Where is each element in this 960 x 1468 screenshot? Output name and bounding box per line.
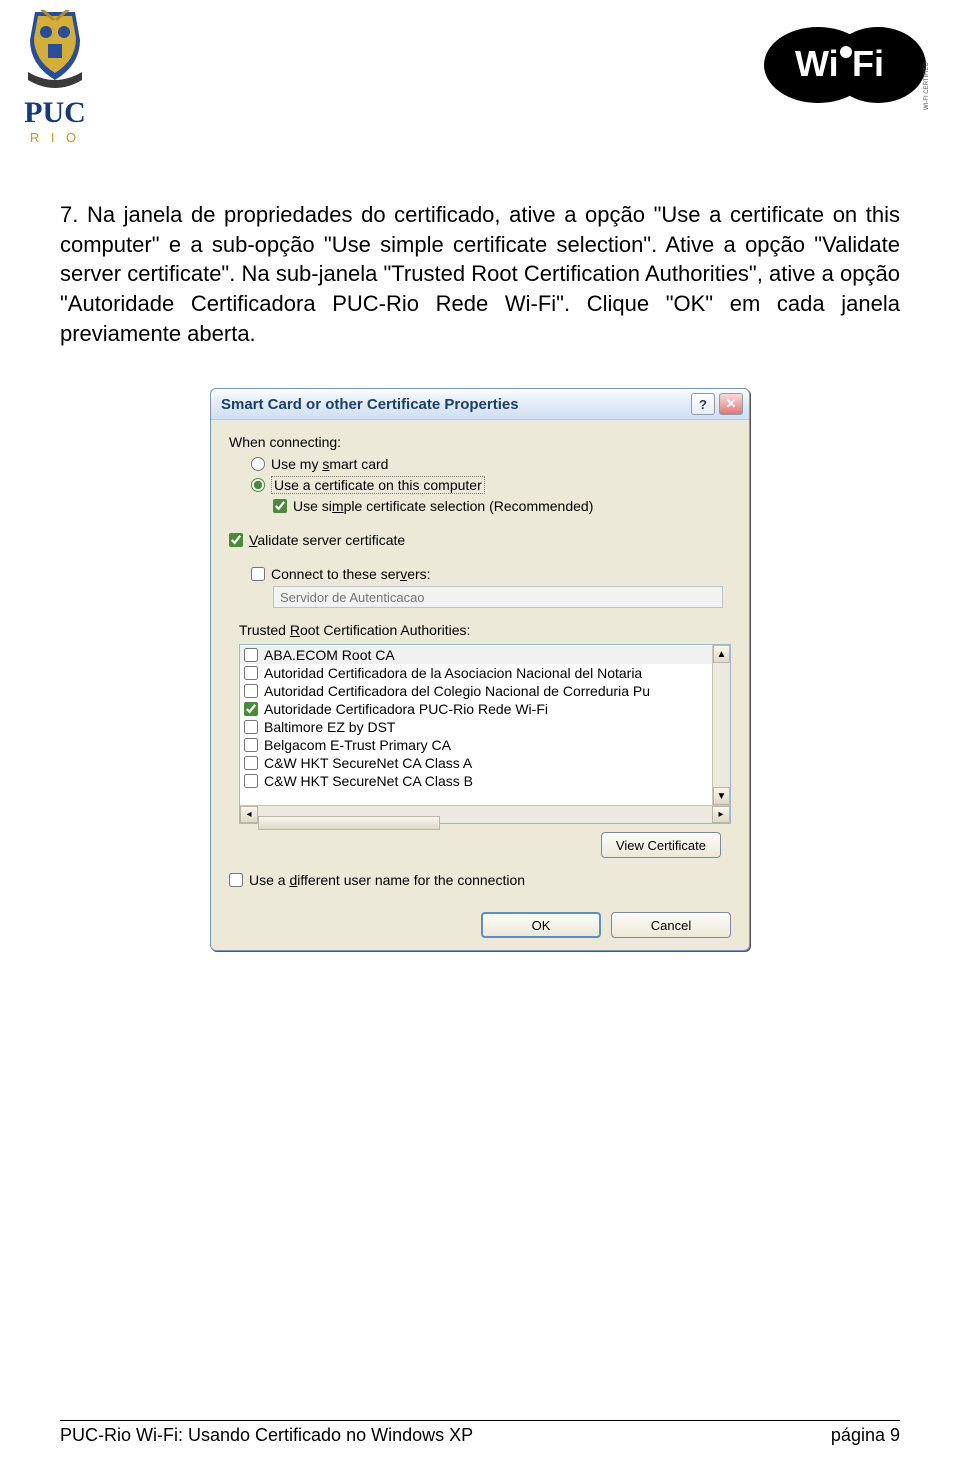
ca-label: C&W HKT SecureNet CA Class B [264, 773, 473, 789]
validate-server-label: Validate server certificate [249, 532, 405, 548]
horizontal-scrollbar[interactable]: ◂ ▸ [240, 805, 730, 823]
dialog-titlebar: Smart Card or other Certificate Properti… [211, 389, 749, 420]
ca-row[interactable]: Autoridade Certificadora PUC-Rio Rede Wi… [240, 700, 730, 718]
trusted-root-label: Trusted Root Certification Authorities: [239, 622, 731, 638]
ca-row[interactable]: Baltimore EZ by DST [240, 718, 730, 736]
ca-checkbox[interactable] [244, 648, 258, 662]
titlebar-buttons: ? ✕ [691, 393, 743, 415]
paragraph-text: 7. Na janela de propriedades do certific… [60, 202, 900, 346]
use-smart-card-row[interactable]: Use my smart card [251, 456, 731, 472]
dialog-title: Smart Card or other Certificate Properti… [221, 396, 519, 413]
use-smart-card-radio[interactable] [251, 457, 265, 471]
ca-checkbox[interactable] [244, 702, 258, 716]
scroll-right-button[interactable]: ▸ [712, 806, 730, 823]
ca-checkbox[interactable] [244, 738, 258, 752]
connect-servers-row[interactable]: Connect to these servers: [251, 566, 731, 582]
validate-server-checkbox[interactable] [229, 533, 243, 547]
ca-label: Baltimore EZ by DST [264, 719, 395, 735]
simple-selection-checkbox[interactable] [273, 499, 287, 513]
certificate-properties-dialog: Smart Card or other Certificate Properti… [210, 388, 750, 951]
view-certificate-button[interactable]: View Certificate [601, 832, 721, 858]
vertical-scrollbar[interactable]: ▲ ▼ [712, 645, 730, 805]
servers-input[interactable] [273, 586, 723, 608]
simple-selection-row[interactable]: Use simple certificate selection (Recomm… [273, 498, 731, 514]
rio-text: R I O [30, 130, 80, 145]
puc-text: PUC [24, 96, 86, 129]
ca-checkbox[interactable] [244, 666, 258, 680]
validate-server-row[interactable]: Validate server certificate [229, 532, 731, 548]
ca-row[interactable]: Autoridad Certificadora del Colegio Naci… [240, 682, 730, 700]
when-connecting-label: When connecting: [229, 434, 731, 450]
svg-text:Wi: Wi [795, 43, 839, 84]
page-header: PUC R I O Wi Fi ALLIANCE WI-FI CERTIFIED [0, 0, 960, 150]
ca-label: Autoridade Certificadora PUC-Rio Rede Wi… [264, 701, 548, 717]
ca-label: Belgacom E-Trust Primary CA [264, 737, 451, 753]
use-cert-computer-label: Use a certificate on this computer [271, 476, 485, 494]
scroll-down-button[interactable]: ▼ [713, 787, 730, 805]
scroll-up-button[interactable]: ▲ [713, 645, 730, 663]
instruction-paragraph: 7. Na janela de propriedades do certific… [0, 150, 960, 348]
page-footer: PUC-Rio Wi-Fi: Usando Certificado no Win… [60, 1420, 900, 1446]
scroll-thumb[interactable] [258, 816, 440, 830]
simple-selection-label: Use simple certificate selection (Recomm… [293, 498, 593, 514]
svg-text:Fi: Fi [852, 43, 884, 84]
ok-button[interactable]: OK [481, 912, 601, 938]
ca-checkbox[interactable] [244, 774, 258, 788]
ca-label: ABA.ECOM Root CA [264, 647, 395, 663]
ca-label: Autoridad Certificadora de la Asociacion… [264, 665, 642, 681]
different-user-checkbox[interactable] [229, 873, 243, 887]
footer-left: PUC-Rio Wi-Fi: Usando Certificado no Win… [60, 1425, 473, 1446]
different-user-row[interactable]: Use a different user name for the connec… [229, 872, 731, 888]
ca-row[interactable]: Belgacom E-Trust Primary CA [240, 736, 730, 754]
ca-listbox[interactable]: ABA.ECOM Root CA Autoridad Certificadora … [239, 644, 731, 824]
use-cert-computer-radio[interactable] [251, 478, 265, 492]
use-cert-computer-row[interactable]: Use a certificate on this computer [251, 476, 731, 494]
ca-checkbox[interactable] [244, 720, 258, 734]
footer-right: página 9 [831, 1425, 900, 1446]
ca-checkbox[interactable] [244, 684, 258, 698]
ca-row[interactable]: ABA.ECOM Root CA [240, 646, 730, 664]
ca-checkbox[interactable] [244, 756, 258, 770]
connect-servers-checkbox[interactable] [251, 567, 265, 581]
close-button[interactable]: ✕ [719, 393, 743, 415]
cancel-button[interactable]: Cancel [611, 912, 731, 938]
ca-row[interactable]: C&W HKT SecureNet CA Class A [240, 754, 730, 772]
puc-rio-logo: PUC R I O [10, 10, 100, 150]
ca-label: C&W HKT SecureNet CA Class A [264, 755, 472, 771]
connect-servers-label: Connect to these servers: [271, 566, 431, 582]
wifi-alliance-logo: Wi Fi ALLIANCE WI-FI CERTIFIED [760, 10, 930, 120]
ca-row[interactable]: Autoridad Certificadora de la Asociacion… [240, 664, 730, 682]
use-smart-card-label: Use my smart card [271, 456, 388, 472]
ca-row[interactable]: C&W HKT SecureNet CA Class B [240, 772, 730, 790]
scroll-left-button[interactable]: ◂ [240, 806, 258, 823]
help-button[interactable]: ? [691, 393, 715, 415]
different-user-label: Use a different user name for the connec… [249, 872, 525, 888]
svg-text:WI-FI CERTIFIED: WI-FI CERTIFIED [924, 61, 930, 110]
ca-label: Autoridad Certificadora del Colegio Naci… [264, 683, 650, 699]
